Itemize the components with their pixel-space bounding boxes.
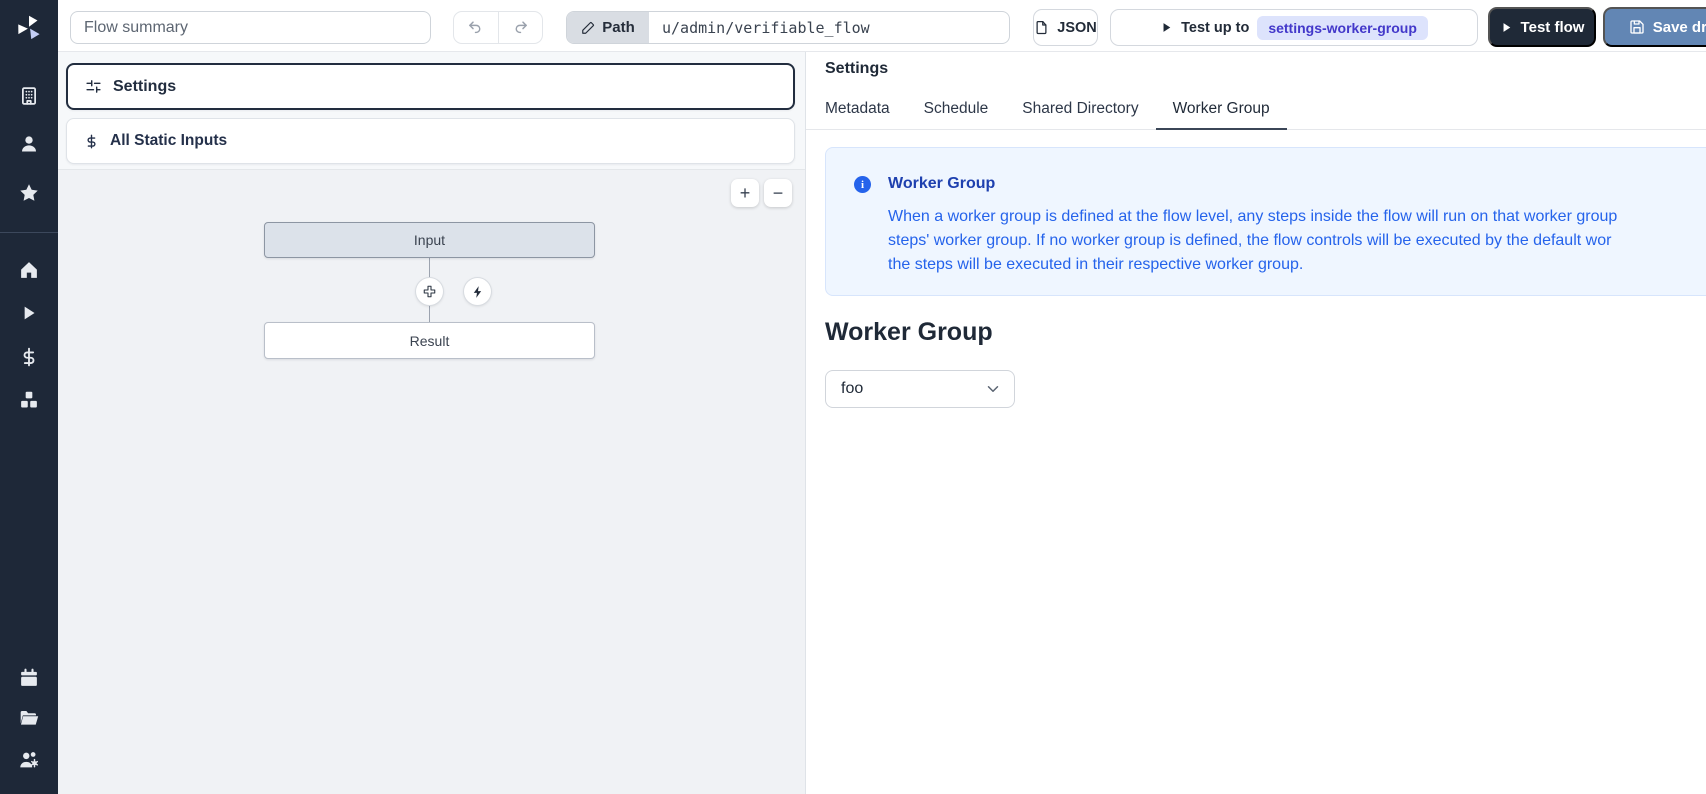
settings-panel-title: Settings: [825, 60, 888, 78]
flow-settings-item[interactable]: Settings: [66, 63, 795, 110]
file-json-icon: [1034, 20, 1049, 35]
sidebar: [0, 0, 58, 794]
save-draft-button[interactable]: Save draft: [1603, 7, 1706, 47]
tab-metadata[interactable]: Metadata: [825, 94, 907, 130]
flow-editor-region: Settings All Static Inputs Input: [58, 52, 805, 794]
info-icon: i: [854, 176, 871, 193]
zoom-in-button[interactable]: +: [731, 179, 759, 207]
dollar-icon: [84, 134, 99, 149]
input-node[interactable]: Input: [264, 222, 595, 258]
flow-settings-label: Settings: [113, 78, 176, 96]
workspace-building-icon[interactable]: [19, 86, 40, 107]
input-node-label: Input: [414, 232, 445, 248]
play-icon: [1160, 21, 1173, 34]
variables-dollar-icon[interactable]: [19, 347, 39, 367]
folders-icon[interactable]: [19, 708, 40, 729]
test-up-to-button[interactable]: Test up to settings-worker-group: [1110, 9, 1478, 46]
settings-panel: Settings Metadata Schedule Shared Direct…: [805, 52, 1706, 794]
info-title: Worker Group: [888, 175, 995, 193]
worker-group-select[interactable]: foo: [825, 370, 1015, 408]
path-label: Path: [602, 19, 635, 36]
tab-shared-directory[interactable]: Shared Directory: [1005, 94, 1155, 130]
schedules-calendar-icon[interactable]: [19, 668, 40, 689]
all-static-inputs-label: All Static Inputs: [110, 132, 227, 150]
zoom-out-label: −: [773, 183, 784, 204]
path-group: Path u/admin/verifiable_flow: [566, 11, 1010, 44]
add-step-button[interactable]: [416, 278, 443, 305]
save-icon: [1629, 19, 1645, 35]
info-line: the steps will be executed in their resp…: [888, 253, 1706, 277]
json-button[interactable]: JSON: [1033, 9, 1098, 46]
test-up-to-label: Test up to: [1181, 20, 1249, 36]
flow-graph-canvas[interactable]: Input Result + −: [58, 170, 805, 794]
windmill-flow-editor: Path u/admin/verifiable_flow JSON Test u…: [0, 0, 1706, 794]
flow-summary-input[interactable]: [70, 11, 431, 44]
windmill-logo-icon[interactable]: [14, 13, 44, 43]
test-up-to-target-badge: settings-worker-group: [1257, 16, 1428, 40]
redo-icon: [512, 19, 529, 36]
result-node[interactable]: Result: [264, 322, 595, 359]
tab-schedule[interactable]: Schedule: [907, 94, 1006, 130]
settings-tabs: Metadata Schedule Shared Directory Worke…: [806, 94, 1706, 130]
path-value[interactable]: u/admin/verifiable_flow: [649, 12, 870, 43]
info-line: steps' worker group. If no worker group …: [888, 229, 1706, 253]
topbar: Path u/admin/verifiable_flow JSON Test u…: [58, 0, 1706, 52]
favorites-star-icon[interactable]: [18, 182, 40, 204]
all-static-inputs-item[interactable]: All Static Inputs: [66, 118, 795, 164]
save-draft-label: Save draft: [1653, 19, 1706, 36]
test-flow-label: Test flow: [1521, 19, 1585, 36]
test-flow-button[interactable]: Test flow: [1488, 7, 1596, 47]
chevron-down-icon: [984, 380, 1002, 398]
redo-button[interactable]: [498, 12, 543, 43]
runs-play-icon[interactable]: [20, 304, 39, 323]
worker-group-value: foo: [841, 380, 863, 398]
trigger-bolt-button[interactable]: [464, 278, 491, 305]
edit-path-button[interactable]: Path: [567, 12, 649, 43]
worker-group-info-box: i Worker Group When a worker group is de…: [825, 147, 1706, 296]
info-line: When a worker group is defined at the fl…: [888, 205, 1706, 229]
home-icon[interactable]: [19, 260, 40, 281]
undo-button[interactable]: [454, 12, 498, 43]
user-icon[interactable]: [19, 134, 40, 155]
tab-worker-group[interactable]: Worker Group: [1156, 94, 1287, 130]
zoom-out-button[interactable]: −: [764, 179, 792, 207]
play-icon: [1500, 21, 1513, 34]
groups-cog-icon[interactable]: [18, 749, 40, 771]
sliders-icon: [85, 78, 102, 95]
flow-module-strip: Settings All Static Inputs: [58, 52, 805, 170]
zoom-in-label: +: [740, 183, 751, 204]
undo-redo-group: [453, 11, 543, 44]
json-label: JSON: [1057, 20, 1097, 36]
plus-icon: [422, 284, 437, 299]
result-node-label: Result: [410, 333, 450, 349]
undo-icon: [467, 19, 484, 36]
worker-group-heading: Worker Group: [825, 318, 993, 347]
bolt-icon: [471, 285, 485, 299]
pencil-icon: [581, 21, 595, 35]
sidebar-divider: [0, 232, 58, 233]
resources-boxes-icon[interactable]: [19, 390, 40, 411]
